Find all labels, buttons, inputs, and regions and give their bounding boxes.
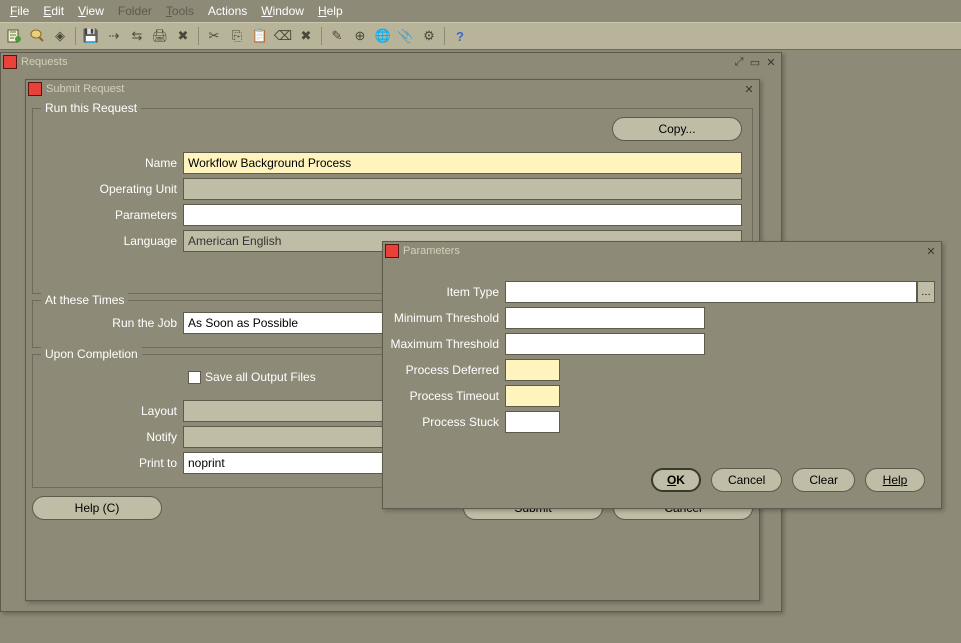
max-threshold-label: Maximum Threshold [389, 337, 505, 351]
params-cancel-button[interactable]: Cancel [711, 468, 782, 492]
copy-button[interactable]: Copy... [612, 117, 742, 141]
language-label: Language [43, 234, 183, 248]
process-stuck-input[interactable] [505, 411, 560, 433]
requests-titlebar: Requests ⤢ ▭ ✕ [1, 53, 781, 71]
clear-record-icon[interactable]: ⌫ [273, 26, 293, 46]
parameters-titlebar: Parameters ✕ [383, 242, 941, 260]
operating-unit-input [183, 178, 742, 200]
oracle-icon [385, 244, 399, 258]
parameters-title: Parameters [403, 245, 460, 257]
min-threshold-input[interactable] [505, 307, 705, 329]
upon-completion-title: Upon Completion [41, 347, 142, 361]
menu-help[interactable]: Help [312, 2, 349, 20]
parameters-window: Parameters ✕ Item Type … Minimum Thresho… [382, 241, 942, 509]
find-icon[interactable] [27, 26, 47, 46]
restore-icon[interactable]: ▭ [747, 55, 763, 69]
copy-icon[interactable]: ⎘ [227, 26, 247, 46]
save-icon[interactable]: 💾 [81, 26, 101, 46]
toolbar-separator [321, 27, 322, 45]
item-type-lov-button[interactable]: … [917, 281, 935, 303]
clear-button[interactable]: Clear [792, 468, 855, 492]
run-job-label: Run the Job [43, 316, 183, 330]
operating-unit-label: Operating Unit [43, 182, 183, 196]
help-button[interactable]: Help (C) [32, 496, 162, 520]
close-icon[interactable]: ✕ [741, 82, 757, 96]
params-help-button[interactable]: Help [865, 468, 925, 492]
minimize-icon[interactable]: ⤢ [731, 55, 747, 69]
parameters-input[interactable] [183, 204, 742, 226]
oracle-icon [28, 82, 42, 96]
at-these-times-title: At these Times [41, 293, 128, 307]
menu-window[interactable]: Window [255, 2, 310, 20]
ok-button[interactable]: OK [651, 468, 701, 492]
switch-icon[interactable]: ⇆ [127, 26, 147, 46]
close-icon[interactable]: ✕ [923, 244, 939, 258]
new-icon[interactable] [4, 26, 24, 46]
help-icon[interactable]: ? [450, 26, 470, 46]
nav-icon[interactable]: ◈ [50, 26, 70, 46]
toolbar-separator [444, 27, 445, 45]
attachment-icon[interactable]: 📎 [396, 26, 416, 46]
name-input[interactable] [183, 152, 742, 174]
item-type-label: Item Type [389, 285, 505, 299]
close-icon[interactable]: ✕ [763, 55, 779, 69]
process-timeout-input[interactable] [505, 385, 560, 407]
print-to-label: Print to [43, 456, 183, 470]
parameters-label: Parameters [43, 208, 183, 222]
paste-icon[interactable]: 📋 [250, 26, 270, 46]
edit-field-icon[interactable]: ✎ [327, 26, 347, 46]
oracle-icon [3, 55, 17, 69]
save-output-label: Save all Output Files [205, 370, 316, 384]
min-threshold-label: Minimum Threshold [389, 311, 505, 325]
run-request-group-title: Run this Request [41, 101, 141, 115]
process-deferred-label: Process Deferred [389, 363, 505, 377]
menu-folder: Folder [112, 2, 158, 20]
menu-view[interactable]: View [72, 2, 110, 20]
menubar: File Edit View Folder Tools Actions Wind… [0, 0, 961, 22]
menu-tools: Tools [160, 2, 200, 20]
notify-label: Notify [43, 430, 183, 444]
toolbar-separator [198, 27, 199, 45]
max-threshold-input[interactable] [505, 333, 705, 355]
menu-file[interactable]: File [4, 2, 35, 20]
folder-tools-icon[interactable]: ⚙ [419, 26, 439, 46]
save-output-checkbox[interactable]: ✔ [188, 371, 201, 384]
process-stuck-label: Process Stuck [389, 415, 505, 429]
next-step-icon[interactable]: ⇢ [104, 26, 124, 46]
submit-titlebar: Submit Request ✕ [26, 80, 759, 98]
print-icon[interactable]: 🖨 [150, 26, 170, 46]
cut-icon[interactable]: ✂ [204, 26, 224, 46]
requests-title: Requests [21, 56, 67, 68]
submit-title: Submit Request [46, 83, 124, 95]
process-deferred-input[interactable] [505, 359, 560, 381]
process-timeout-label: Process Timeout [389, 389, 505, 403]
toolbar-separator [75, 27, 76, 45]
zoom-icon[interactable]: ⊕ [350, 26, 370, 46]
delete-icon[interactable]: ✖ [296, 26, 316, 46]
menu-actions[interactable]: Actions [202, 2, 253, 20]
close-form-icon[interactable]: ✖ [173, 26, 193, 46]
translate-icon[interactable]: 🌐 [373, 26, 393, 46]
name-label: Name [43, 156, 183, 170]
layout-label: Layout [43, 404, 183, 418]
toolbar: ◈ 💾 ⇢ ⇆ 🖨 ✖ ✂ ⎘ 📋 ⌫ ✖ ✎ ⊕ 🌐 📎 ⚙ ? [0, 22, 961, 50]
item-type-input[interactable] [505, 281, 917, 303]
menu-edit[interactable]: Edit [37, 2, 70, 20]
